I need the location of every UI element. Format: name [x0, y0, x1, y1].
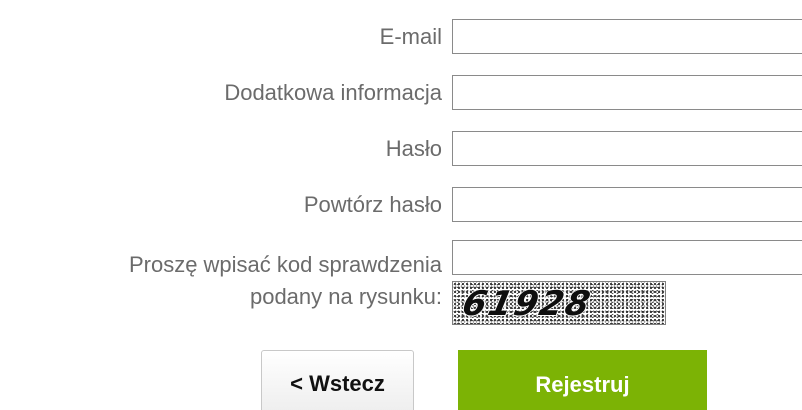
additional-info-field[interactable]: [452, 75, 802, 110]
registration-form: E-mail Dodatkowa informacja Hasło Powtór…: [0, 0, 802, 410]
back-button[interactable]: < Wstecz: [261, 350, 414, 410]
password-field[interactable]: [452, 131, 802, 166]
email-label: E-mail: [379, 24, 442, 49]
captcha-image: 61928: [452, 281, 666, 325]
email-field[interactable]: [452, 19, 802, 54]
repeat-password-label: Powtórz hasło: [303, 192, 442, 217]
captcha-code-text: 61928: [458, 284, 596, 324]
password-label: Hasło: [385, 136, 442, 161]
additional-info-label: Dodatkowa informacja: [224, 80, 442, 105]
register-button[interactable]: Rejestruj: [458, 350, 707, 410]
captcha-field[interactable]: [452, 240, 802, 275]
captcha-label-line2: podany na rysunku:: [249, 284, 442, 309]
repeat-password-field[interactable]: [452, 187, 802, 222]
captcha-label-line1: Proszę wpisać kod sprawdzenia: [128, 252, 442, 277]
